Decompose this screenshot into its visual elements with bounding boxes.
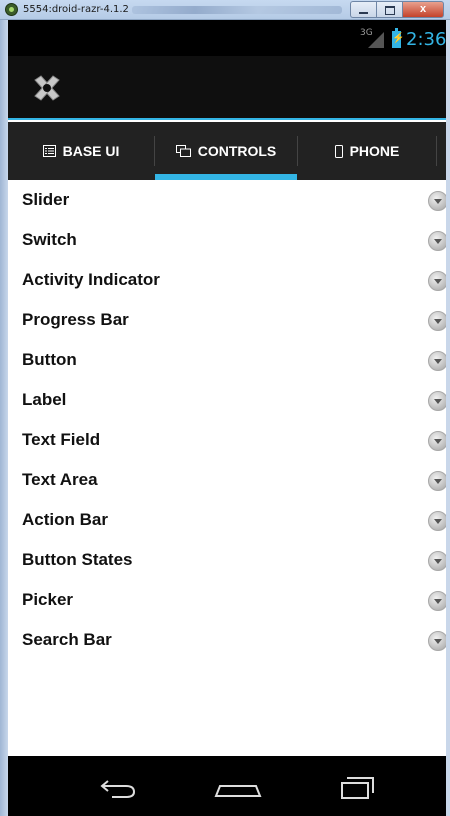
list-item-slider[interactable]: Slider: [8, 180, 446, 220]
android-emulator-icon: [5, 3, 18, 16]
back-icon[interactable]: [78, 756, 158, 816]
chevron-down-icon[interactable]: [428, 631, 446, 651]
list-item-text-field[interactable]: Text Field: [8, 420, 446, 460]
tab-label: BASE UI: [62, 143, 120, 159]
close-button[interactable]: x: [402, 1, 444, 18]
window-controls: x: [350, 1, 444, 18]
signal-icon: [368, 32, 384, 48]
status-bar: 3G 2:36: [8, 20, 446, 56]
emulator-title-bar: 5554:droid-razr-4.1.2 x: [0, 0, 450, 20]
window-right-border: [446, 20, 450, 816]
chevron-down-icon[interactable]: [428, 311, 446, 331]
list-item-label: Switch: [22, 230, 77, 249]
chevron-down-icon[interactable]: [428, 551, 446, 571]
chevron-down-icon[interactable]: [428, 471, 446, 491]
blurred-title-region: [132, 6, 342, 14]
tab-controls[interactable]: CONTROLS: [155, 122, 297, 180]
tab-bar: BASE UI CONTROLS PHONE: [8, 122, 446, 180]
chevron-down-icon[interactable]: [428, 591, 446, 611]
window-title: 5554:droid-razr-4.1.2: [23, 4, 129, 15]
list-item-label: Picker: [22, 590, 74, 609]
recent-apps-icon[interactable]: [317, 756, 397, 816]
chevron-down-icon[interactable]: [428, 351, 446, 371]
list-item-action-bar[interactable]: Action Bar: [8, 500, 446, 540]
tab-base-ui[interactable]: BASE UI: [8, 122, 154, 180]
list-item-label: Search Bar: [22, 630, 112, 649]
list-item-label: Text Area: [22, 470, 98, 489]
list-icon: [42, 145, 56, 157]
list-item-text-area[interactable]: Text Area: [8, 460, 446, 500]
app-logo-icon[interactable]: [31, 72, 63, 104]
list-item-label: Slider: [22, 190, 70, 209]
chevron-down-icon[interactable]: [428, 191, 446, 211]
tab-label: CONTROLS: [197, 143, 277, 159]
list-item-label: Activity Indicator: [22, 270, 160, 289]
maximize-button[interactable]: [376, 1, 402, 18]
chevron-down-icon[interactable]: [428, 391, 446, 411]
tab-divider: [436, 136, 437, 166]
list-item-activity-indicator[interactable]: Activity Indicator: [8, 260, 446, 300]
list-item-button-states[interactable]: Button States: [8, 540, 446, 580]
status-time: 2:36: [406, 29, 446, 50]
list-item-label: Text Field: [22, 430, 101, 449]
battery-charging-icon: [392, 28, 404, 48]
list-item-picker[interactable]: Picker: [8, 580, 446, 620]
minimize-button[interactable]: [350, 1, 376, 18]
list-item-label: Action Bar: [22, 510, 108, 529]
chevron-down-icon[interactable]: [428, 271, 446, 291]
navigation-bar: [8, 756, 446, 816]
list-item-button[interactable]: Button: [8, 340, 446, 380]
chevron-down-icon[interactable]: [428, 431, 446, 451]
list-item-progress-bar[interactable]: Progress Bar: [8, 300, 446, 340]
list-item-label: Button States: [22, 550, 133, 569]
controls-list: Slider Switch Activity Indicator Progres…: [8, 180, 446, 660]
home-icon[interactable]: [198, 756, 278, 816]
chevron-down-icon[interactable]: [428, 231, 446, 251]
list-item-label-control[interactable]: Label: [8, 380, 446, 420]
controls-icon: [175, 145, 191, 157]
phone-icon: [334, 144, 343, 158]
list-item-label: Button: [22, 350, 77, 369]
action-bar: [8, 56, 446, 120]
device-screen: 3G 2:36 BASE UI: [8, 20, 446, 816]
list-item-switch[interactable]: Switch: [8, 220, 446, 260]
tab-phone[interactable]: PHONE: [298, 122, 436, 180]
tab-label: PHONE: [349, 143, 400, 159]
list-item-label: Label: [22, 390, 67, 409]
list-item-search-bar[interactable]: Search Bar: [8, 620, 446, 660]
chevron-down-icon[interactable]: [428, 511, 446, 531]
window-left-border: [0, 20, 8, 816]
list-item-label: Progress Bar: [22, 310, 129, 329]
